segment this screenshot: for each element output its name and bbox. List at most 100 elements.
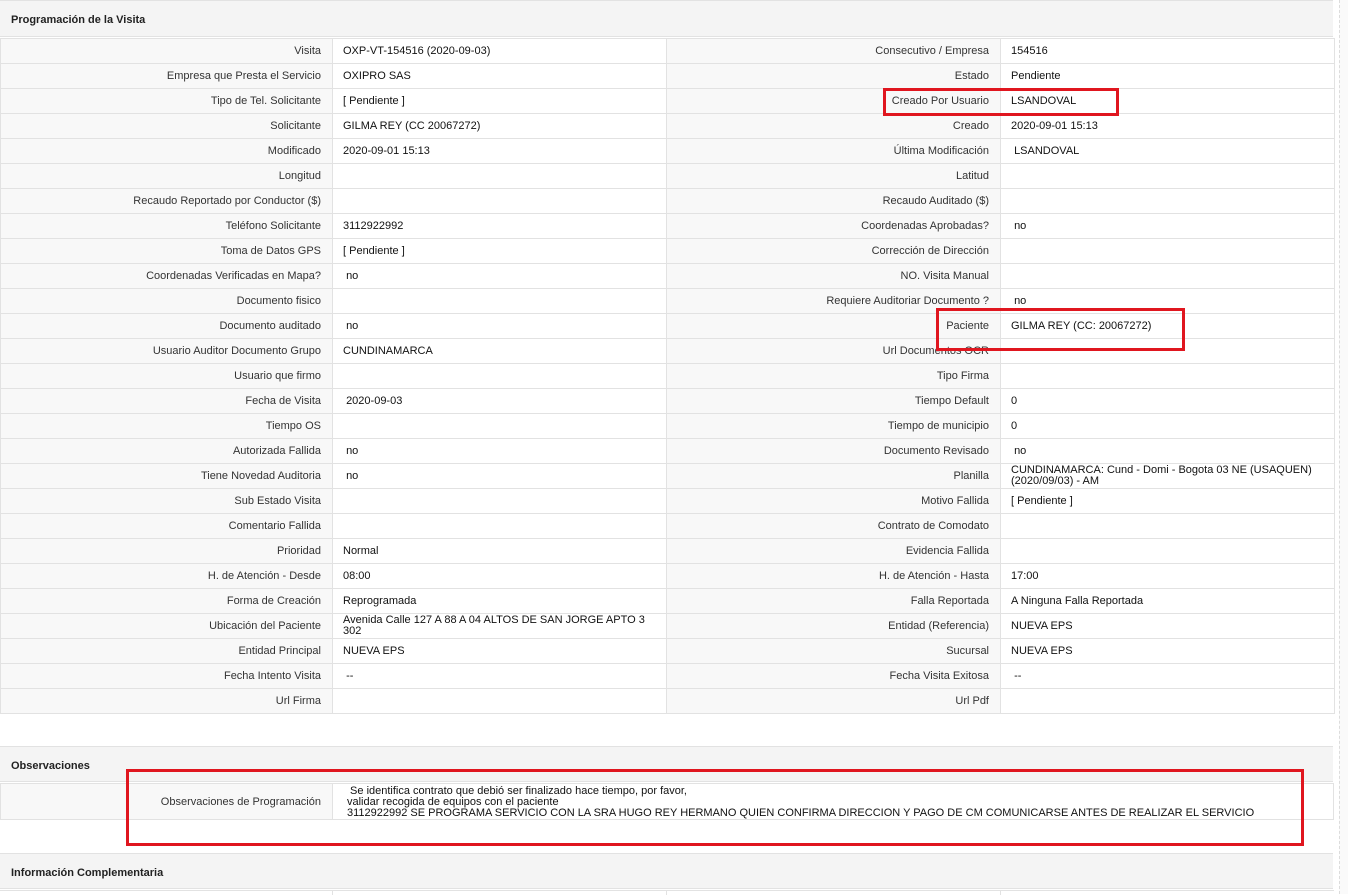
- field-value: [332, 688, 667, 714]
- detail-row: Solicitante GILMA REY (CC 20067272) Creado…: [0, 113, 1335, 139]
- field-value: 3112922992: [332, 213, 667, 239]
- field-value: [ Pendiente ]: [1000, 488, 1335, 514]
- complementaria-row: [0, 890, 1334, 895]
- field-value: LSANDOVAL: [1000, 88, 1335, 114]
- field-value: Pendiente: [1000, 63, 1335, 89]
- field-value: [ Pendiente ]: [332, 88, 667, 114]
- field-label: Solicitante: [0, 113, 333, 139]
- field-label: Fecha de Visita: [0, 388, 333, 414]
- field-label: Entidad (Referencia): [666, 613, 1001, 639]
- field-value: [1000, 538, 1335, 564]
- field-label: H. de Atención - Hasta: [666, 563, 1001, 589]
- detail-row: Fecha de Visita 2020-09-03 Tiempo Default…: [0, 388, 1335, 414]
- field-label: Usuario que firmo: [0, 363, 333, 389]
- field-label: Usuario Auditor Documento Grupo: [0, 338, 333, 364]
- detail-row: Toma de Datos GPS[ Pendiente ] Corrección…: [0, 238, 1335, 264]
- field-value: no: [1000, 213, 1335, 239]
- field-value: [1000, 238, 1335, 264]
- field-label: Planilla: [666, 463, 1001, 489]
- field-label: Tipo de Tel. Solicitante: [0, 88, 333, 114]
- detail-row: Autorizada Fallida no Documento Revisado …: [0, 438, 1335, 464]
- field-value: [1000, 163, 1335, 189]
- field-value: A Ninguna Falla Reportada: [1000, 588, 1335, 614]
- field-value: no: [332, 263, 667, 289]
- field-value: no: [1000, 438, 1335, 464]
- field-value: [332, 488, 667, 514]
- field-label: Creado Por Usuario: [666, 88, 1001, 114]
- field-label: Tiene Novedad Auditoria: [0, 463, 333, 489]
- detail-row: Visita OXP-VT-154516 (2020-09-03) Consecut…: [0, 38, 1335, 64]
- field-label: NO. Visita Manual: [666, 263, 1001, 289]
- field-label: Modificado: [0, 138, 333, 164]
- field-label: Coordenadas Verificadas en Mapa?: [0, 263, 333, 289]
- detail-row: Prioridad Normal Evidencia Fallida: [0, 538, 1335, 564]
- field-value: --: [332, 663, 667, 689]
- detail-row: Tipo de Tel. Solicitante[ Pendiente ] Cre…: [0, 88, 1335, 114]
- field-value: [332, 163, 667, 189]
- field-value: CUNDINAMARCA: Cund - Domi - Bogota 03 NE…: [1000, 463, 1335, 489]
- detail-row: Comentario Fallida Contrato de Comodato: [0, 513, 1335, 539]
- detail-row: Tiene Novedad Auditoria no Planilla CUNDIN…: [0, 463, 1335, 489]
- field-label: Fecha Intento Visita: [0, 663, 333, 689]
- field-value: GILMA REY (CC 20067272): [332, 113, 667, 139]
- field-label: Última Modificación: [666, 138, 1001, 164]
- field-value: 2020-09-01 15:13: [332, 138, 667, 164]
- field-value: [1000, 338, 1335, 364]
- field-label: Entidad Principal: [0, 638, 333, 664]
- detail-row: Forma de Creación Reprogramada Falla Repor…: [0, 588, 1335, 614]
- field-value: OXIPRO SAS: [332, 63, 667, 89]
- field-label: Recaudo Auditado ($): [666, 188, 1001, 214]
- field-label: Consecutivo / Empresa: [666, 38, 1001, 64]
- field-value: 154516: [1000, 38, 1335, 64]
- detail-row: Longitud Latitud: [0, 163, 1335, 189]
- field-value: [332, 288, 667, 314]
- field-value: 2020-09-01 15:13: [1000, 113, 1335, 139]
- observaciones-text: Se identifica contrato que debió ser fin…: [347, 786, 1327, 819]
- detail-row: Ubicación del Paciente Avenida Calle 127 …: [0, 613, 1335, 639]
- field-label: Url Firma: [0, 688, 333, 714]
- field-label: Estado: [666, 63, 1001, 89]
- field-value: OXP-VT-154516 (2020-09-03): [332, 38, 667, 64]
- page-scrollbar[interactable]: [1339, 0, 1348, 894]
- detail-row: Entidad Principal NUEVA EPS Sucursal NUEVA …: [0, 638, 1335, 664]
- field-value: no: [332, 438, 667, 464]
- detail-row: Documento auditado no Paciente GILMA REY (…: [0, 313, 1335, 339]
- detail-row: Usuario Auditor Documento Grupo CUNDINAMA…: [0, 338, 1335, 364]
- field-label: Falla Reportada: [666, 588, 1001, 614]
- observaciones-label: Observaciones de Programación: [1, 784, 333, 819]
- field-label: Documento Revisado: [666, 438, 1001, 464]
- observaciones-row: Observaciones de Programación Se identif…: [0, 783, 1334, 820]
- field-value: [1000, 188, 1335, 214]
- field-label: Requiere Auditoriar Documento ?: [666, 288, 1001, 314]
- detail-row: Coordenadas Verificadas en Mapa? no NO. V…: [0, 263, 1335, 289]
- field-label: Tiempo de municipio: [666, 413, 1001, 439]
- field-value: no: [332, 313, 667, 339]
- field-label: Paciente: [666, 313, 1001, 339]
- field-label: Prioridad: [0, 538, 333, 564]
- field-label: Motivo Fallida: [666, 488, 1001, 514]
- field-value: CUNDINAMARCA: [332, 338, 667, 364]
- field-value: no: [1000, 288, 1335, 314]
- field-label: Url Documentos OCR: [666, 338, 1001, 364]
- detail-row: Sub Estado Visita Motivo Fallida[ Pendien…: [0, 488, 1335, 514]
- field-value: [332, 413, 667, 439]
- field-value: NUEVA EPS: [1000, 638, 1335, 664]
- field-label: Forma de Creación: [0, 588, 333, 614]
- section-title-observaciones: Observaciones: [0, 746, 1333, 782]
- field-label: Corrección de Dirección: [666, 238, 1001, 264]
- detail-row: Documento fisico Requiere Auditoriar Docu…: [0, 288, 1335, 314]
- field-label: Url Pdf: [666, 688, 1001, 714]
- detail-row: Modificado 2020-09-01 15:13 Última Modific…: [0, 138, 1335, 164]
- field-value: 17:00: [1000, 563, 1335, 589]
- detail-row: Empresa que Presta el Servicio OXIPRO SAS…: [0, 63, 1335, 89]
- field-label: Fecha Visita Exitosa: [666, 663, 1001, 689]
- detail-row: Teléfono Solicitante 3112922992 Coordenada…: [0, 213, 1335, 239]
- field-label: Empresa que Presta el Servicio: [0, 63, 333, 89]
- field-label: Teléfono Solicitante: [0, 213, 333, 239]
- field-label: Autorizada Fallida: [0, 438, 333, 464]
- detail-row: Url Firma Url Pdf: [0, 688, 1335, 714]
- field-value: NUEVA EPS: [1000, 613, 1335, 639]
- visit-details-table: Visita OXP-VT-154516 (2020-09-03) Consecut…: [0, 38, 1335, 714]
- field-label: Recaudo Reportado por Conductor ($): [0, 188, 333, 214]
- field-value: NUEVA EPS: [332, 638, 667, 664]
